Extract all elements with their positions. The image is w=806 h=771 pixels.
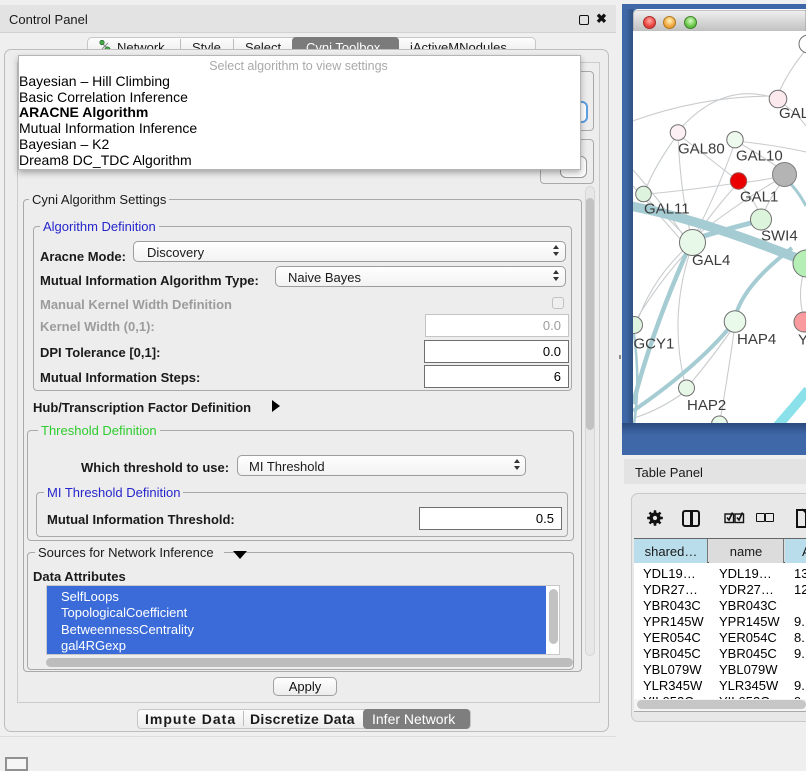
svg-text:GAL80: GAL80 <box>678 141 725 158</box>
svg-text:GAL1: GAL1 <box>740 189 778 206</box>
svg-text:SWI4: SWI4 <box>761 228 798 245</box>
svg-text:HAP4: HAP4 <box>737 331 776 348</box>
svg-text:Y: Y <box>798 332 806 349</box>
svg-text:GAL10: GAL10 <box>736 148 783 165</box>
svg-text:GAL7: GAL7 <box>779 105 806 122</box>
svg-text:HAP2: HAP2 <box>687 397 726 414</box>
svg-text:GAL4: GAL4 <box>692 252 730 269</box>
svg-text:GAL11: GAL11 <box>644 201 690 218</box>
svg-text:GCY1: GCY1 <box>634 336 675 353</box>
